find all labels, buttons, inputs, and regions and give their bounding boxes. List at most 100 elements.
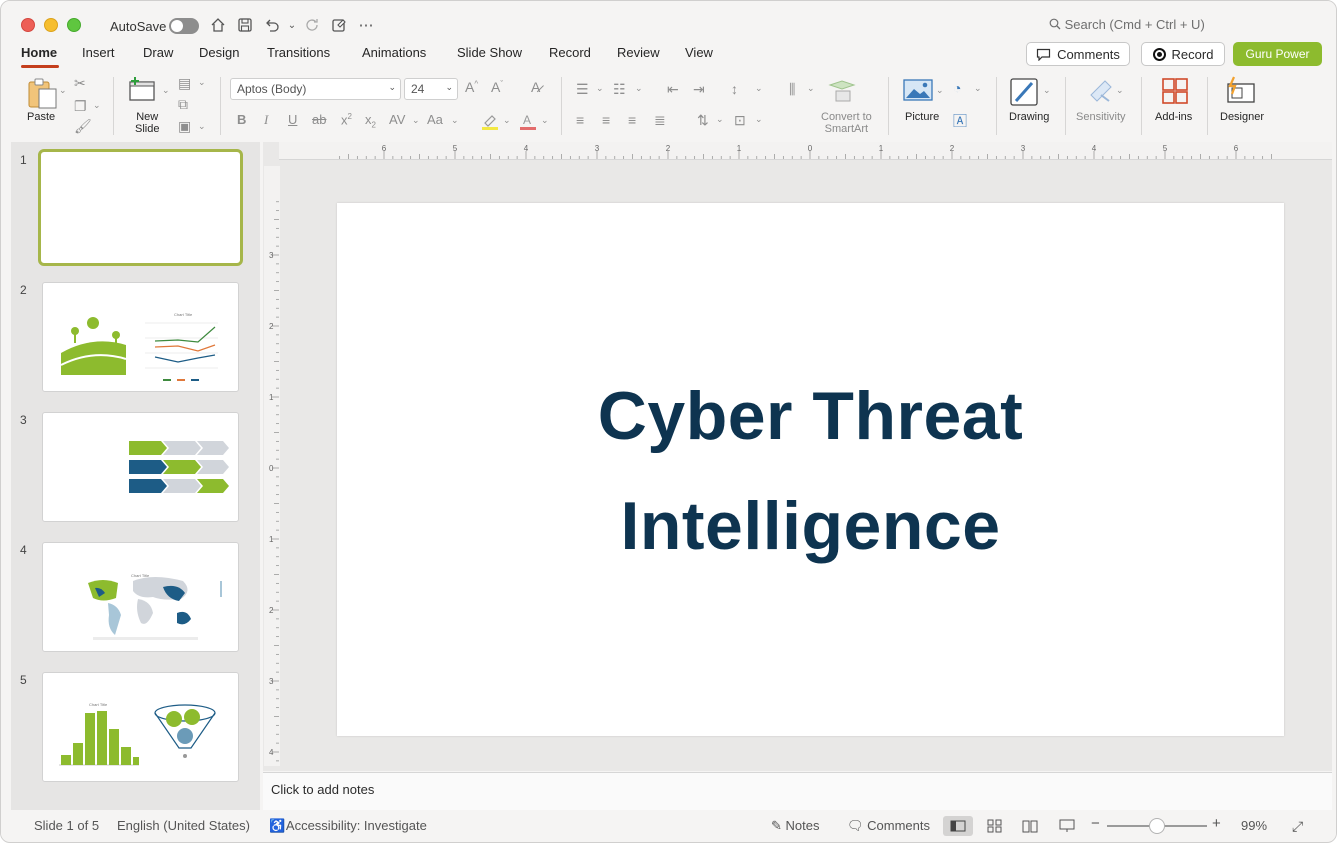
- search-box[interactable]: Search (Cmd + Ctrl + U): [1049, 17, 1205, 32]
- bold-icon[interactable]: B: [237, 112, 246, 127]
- character-spacing-icon[interactable]: AV: [389, 112, 405, 127]
- layout-icon[interactable]: ▤: [178, 75, 191, 92]
- italic-icon[interactable]: I: [264, 112, 268, 128]
- justify-icon[interactable]: ≣: [654, 112, 666, 129]
- bullets-chevron-icon[interactable]: ⌄: [596, 83, 604, 94]
- picture-icon[interactable]: [902, 78, 934, 106]
- align-right-icon[interactable]: ≡: [628, 112, 636, 128]
- cut-icon[interactable]: ✂: [74, 75, 86, 92]
- tab-draw[interactable]: Draw: [143, 45, 173, 60]
- maximize-window-button[interactable]: [67, 18, 81, 32]
- superscript-icon[interactable]: x2: [341, 112, 352, 127]
- clear-formatting-icon[interactable]: A̷: [531, 79, 540, 95]
- normal-view-button[interactable]: [943, 816, 973, 836]
- line-spacing-icon[interactable]: ↕: [731, 81, 738, 97]
- text-direction-chevron-icon[interactable]: ⌄: [716, 114, 724, 125]
- comments-button[interactable]: Comments: [1026, 42, 1130, 66]
- columns-icon[interactable]: ⫼: [789, 81, 795, 98]
- designer-icon[interactable]: [1225, 76, 1257, 106]
- more-options-icon[interactable]: ⋯: [357, 15, 375, 35]
- zoom-out-button[interactable]: −: [1091, 815, 1100, 832]
- customize-quick-access-icon[interactable]: [330, 15, 348, 35]
- undo-icon[interactable]: [263, 15, 281, 35]
- shapes-chevron-icon[interactable]: ⌄: [974, 83, 982, 94]
- shapes-icon[interactable]: ◔: [953, 80, 961, 96]
- change-case-chevron-icon[interactable]: ⌄: [451, 115, 459, 126]
- align-text-icon[interactable]: ⊡: [734, 112, 746, 129]
- paste-dropdown-chevron-icon[interactable]: ⌄: [59, 85, 67, 96]
- numbering-icon[interactable]: ☷: [613, 81, 626, 98]
- increase-indent-icon[interactable]: ⇥: [693, 81, 705, 98]
- section-dropdown-chevron-icon[interactable]: ⌄: [198, 121, 206, 132]
- slide-thumbnail-4[interactable]: Chart Title: [42, 542, 239, 652]
- change-case-icon[interactable]: Aa: [427, 112, 443, 127]
- close-window-button[interactable]: [21, 18, 35, 32]
- new-slide-dropdown-chevron-icon[interactable]: ⌄: [162, 85, 170, 96]
- numbering-chevron-icon[interactable]: ⌄: [635, 83, 643, 94]
- slide-sorter-view-button[interactable]: [980, 816, 1010, 836]
- tab-slide-show[interactable]: Slide Show: [457, 45, 522, 60]
- drawing-icon[interactable]: [1009, 77, 1041, 107]
- font-name-select[interactable]: Aptos (Body) ⌄: [230, 78, 401, 100]
- drawing-chevron-icon[interactable]: ⌄: [1043, 85, 1051, 96]
- text-box-icon[interactable]: 🄰: [953, 111, 967, 131]
- sensitivity-chevron-icon[interactable]: ⌄: [1116, 85, 1124, 96]
- zoom-in-button[interactable]: +: [1212, 815, 1221, 832]
- add-ins-icon[interactable]: [1160, 77, 1190, 105]
- increase-font-size-icon[interactable]: A^: [465, 79, 478, 95]
- paste-icon[interactable]: [25, 77, 61, 109]
- tab-home[interactable]: Home: [21, 45, 57, 60]
- slide-thumbnail-2[interactable]: Chart Title: [42, 282, 239, 392]
- copy-icon[interactable]: ❐: [74, 98, 87, 115]
- line-spacing-chevron-icon[interactable]: ⌄: [755, 83, 763, 94]
- slide-show-view-button[interactable]: [1052, 816, 1082, 836]
- save-icon[interactable]: [236, 15, 254, 35]
- record-button[interactable]: Record: [1141, 42, 1225, 66]
- minimize-window-button[interactable]: [44, 18, 58, 32]
- zoom-level[interactable]: 99%: [1241, 818, 1267, 833]
- copy-dropdown-chevron-icon[interactable]: ⌄: [93, 100, 101, 111]
- comments-toggle[interactable]: 🗨 Comments: [847, 818, 930, 834]
- smartart-icon[interactable]: [827, 79, 859, 105]
- guru-power-button[interactable]: Guru Power: [1233, 42, 1322, 66]
- decrease-font-size-icon[interactable]: Aˇ: [491, 79, 503, 95]
- tab-record[interactable]: Record: [549, 45, 591, 60]
- vertical-ruler[interactable]: 3 2 1 0 1 2 3 4: [264, 166, 280, 766]
- text-direction-icon[interactable]: ⇅: [697, 112, 709, 129]
- underline-icon[interactable]: U: [288, 112, 297, 127]
- layout-dropdown-chevron-icon[interactable]: ⌄: [198, 77, 206, 88]
- tab-view[interactable]: View: [685, 45, 713, 60]
- slide-title-textbox[interactable]: Cyber Threat Intelligence: [337, 361, 1284, 581]
- picture-chevron-icon[interactable]: ⌄: [936, 85, 944, 96]
- tab-animations[interactable]: Animations: [362, 45, 426, 60]
- decrease-indent-icon[interactable]: ⇤: [667, 81, 679, 98]
- font-color-icon[interactable]: A: [519, 112, 537, 133]
- tab-insert[interactable]: Insert: [82, 45, 115, 60]
- zoom-slider-handle[interactable]: [1149, 818, 1165, 834]
- columns-chevron-icon[interactable]: ⌄: [807, 83, 815, 94]
- new-slide-icon[interactable]: [127, 76, 159, 108]
- align-text-chevron-icon[interactable]: ⌄: [755, 114, 763, 125]
- font-size-select[interactable]: 24 ⌄: [404, 78, 458, 100]
- section-icon[interactable]: ▣: [178, 118, 191, 135]
- highlight-color-icon[interactable]: [481, 112, 499, 133]
- fit-to-window-icon[interactable]: ⤢: [1292, 818, 1303, 835]
- font-color-chevron-icon[interactable]: ⌄: [541, 115, 549, 126]
- reading-view-button[interactable]: [1015, 816, 1045, 836]
- redo-icon[interactable]: [303, 15, 321, 35]
- tab-design[interactable]: Design: [199, 45, 239, 60]
- slide-thumbnail-5[interactable]: Chart Title: [42, 672, 239, 782]
- reset-slide-icon[interactable]: ⧉: [178, 96, 188, 113]
- accessibility-status[interactable]: ♿ Accessibility: Investigate: [269, 818, 427, 834]
- subscript-icon[interactable]: x2: [365, 112, 376, 130]
- align-left-icon[interactable]: ≡: [576, 112, 584, 128]
- sensitivity-icon[interactable]: [1087, 77, 1115, 105]
- autosave-toggle[interactable]: [169, 18, 199, 34]
- tab-transitions[interactable]: Transitions: [267, 45, 330, 60]
- home-icon[interactable]: [209, 15, 227, 35]
- character-spacing-chevron-icon[interactable]: ⌄: [412, 115, 420, 126]
- bullets-icon[interactable]: ☰: [576, 81, 589, 98]
- slide-thumbnail-3[interactable]: [42, 412, 239, 522]
- undo-dropdown-chevron-icon[interactable]: ⌄: [283, 15, 301, 35]
- highlight-chevron-icon[interactable]: ⌄: [503, 115, 511, 126]
